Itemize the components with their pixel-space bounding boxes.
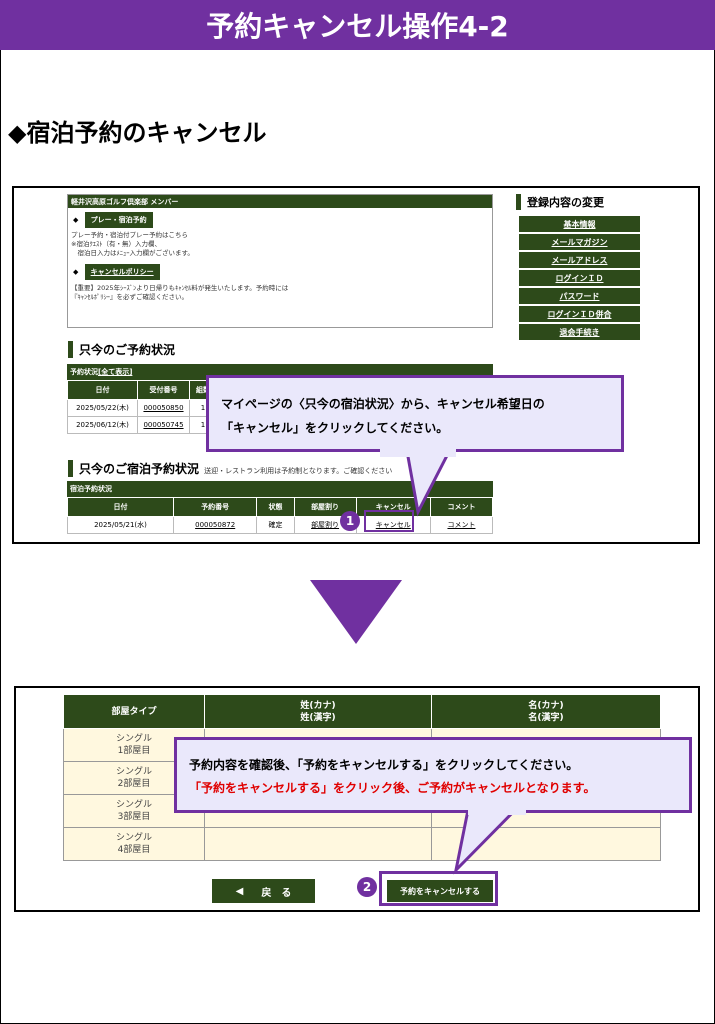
cell-date: 2025/06/12(木) [67,416,138,434]
callout-2: 予約内容を確認後、「予約をキャンセルする」をクリックしてください。 「予約をキャ… [174,737,692,813]
policy-text-line: 『ｷｬﾝｾﾙﾎﾟﾘｼｰ』を必ずご確認ください。 [71,293,188,301]
menu-basic-info[interactable]: 基本情報 [519,216,640,232]
room-type: シングル [115,767,152,777]
col-receipt-no: 受付番号 [137,380,190,400]
last-name-cell [204,827,432,861]
account-settings-menu: 登録内容の変更 基本情報 メールマガジン メールアドレス ログインＩＤ パスワー… [516,194,642,342]
table-header-row: 日付 受付番号 組数 [67,380,217,400]
receipt-link[interactable]: 000050745 [137,416,190,434]
menu-withdraw[interactable]: 退会手続き [519,324,640,340]
last-kana-header: 姓(カナ) [300,700,336,711]
callout2-line: 予約内容を確認後、「予約をキャンセルする」をクリックしてください。 [189,758,579,772]
step-badge-2: 2 [357,877,377,897]
section-title: ◆宿泊予約のキャンセル [8,119,267,147]
back-arrow-icon: ◀ [235,885,244,897]
mypage-screenshot: 軽井沢高原ゴルフ倶楽部 メンバー ◆ プレー・宿泊予約 プレー予約・宿泊付プレー… [12,186,700,544]
menu-login-id[interactable]: ログインＩＤ [519,270,640,286]
last-kanji-header: 姓(漢字) [300,712,336,723]
receipt-link[interactable]: 000050850 [137,399,190,417]
table-row: シングル 4部屋目 [63,827,661,861]
play-row: ◆ プレー・宿泊予約 [68,212,492,228]
cell-date: 2025/05/21(水) [67,516,174,534]
col-date: 日付 [67,380,138,400]
room-number: 3部屋目 [117,812,151,822]
back-button[interactable]: ◀ 戻 る [212,879,315,903]
play-text-line: プレー予約・宿泊付プレー予約はこちら [71,231,188,239]
cancel-link-highlight [364,510,414,532]
account-settings-title: 登録内容の変更 [516,194,642,210]
callout-1: マイページの〈只今の宿泊状況〉から、キャンセル希望日の 「キャンセル」をクリック… [206,375,624,452]
col-room-type: 部屋タイプ [63,694,205,729]
room-type: シングル [115,800,152,810]
table-row: 2025/05/22(木) 000050850 1 [67,399,217,417]
policy-text-line: 【重要】2025年ｼｰｽﾞﾝより日帰りもｷｬﾝｾﾙ料が発生いたします。予約時には [71,284,289,292]
play-text-line: ※宿泊ｸｴｽﾄ（有・無）入力欄、 [71,240,161,248]
first-kana-header: 名(カナ) [528,700,564,711]
show-all-link[interactable]: [全て表示] [98,368,132,376]
stay-heading: 只今のご宿泊予約状況 [68,460,199,477]
col-last-name: 姓(カナ) 姓(漢字) [204,694,432,729]
member-header: 軽井沢高原ゴルフ倶楽部 メンバー [68,195,492,208]
callout1-line: 「キャンセル」をクリックしてください。 [221,421,449,435]
room-type: シングル [115,833,152,843]
play-reservation-link[interactable]: プレー・宿泊予約 [84,212,153,228]
table-header-row: 部屋タイプ 姓(カナ) 姓(漢字) 名(カナ) 名(漢字) [63,694,661,729]
step-badge-1: 1 [340,511,360,531]
current-reservations-heading: 只今のご予約状況 [68,341,175,358]
room-number: 4部屋目 [117,845,151,855]
cell-status: 確定 [256,516,295,534]
room-number: 1部屋目 [117,746,151,756]
reservation-no-link[interactable]: 000050872 [172,516,258,534]
diamond-bullet-icon: ◆ [73,268,79,276]
policy-text: 【重要】2025年ｼｰｽﾞﾝより日帰りもｷｬﾝｾﾙ料が発生いたします。予約時には… [68,284,492,302]
policy-row: ◆ キャンセルポリシー [68,264,492,280]
room-number: 2部屋目 [117,779,151,789]
member-info-box: 軽井沢高原ゴルフ倶楽部 メンバー ◆ プレー・宿泊予約 プレー予約・宿泊付プレー… [67,194,493,328]
menu-password[interactable]: パスワード [519,288,640,304]
header-bar: 予約キャンセル操作4-2 [0,0,715,50]
col-status: 状態 [256,497,295,517]
table-row: 2025/06/12(木) 000050745 1 [67,416,217,434]
down-arrow-icon [310,580,402,644]
cell-date: 2025/05/22(木) [67,399,138,417]
cancel-policy-link[interactable]: キャンセルポリシー [84,264,160,280]
reservation-caption-text: 予約状況 [70,368,98,376]
reservation-table: 日付 受付番号 組数 2025/05/22(木) 000050850 1 202… [67,380,217,434]
stay-heading-row: 只今のご宿泊予約状況 送迎・レストラン利用は予約制となります。ご確認ください [68,458,392,477]
callout1-tail-join [380,449,456,457]
callout2-tail-join [468,807,526,815]
col-first-name: 名(カナ) 名(漢字) [431,694,661,729]
diamond-bullet-icon: ◆ [73,216,79,224]
page-title: 予約キャンセル操作4-2 [206,10,509,43]
room-type: シングル [115,734,152,744]
menu-mail-address[interactable]: メールアドレス [519,252,640,268]
menu-mail-magazine[interactable]: メールマガジン [519,234,640,250]
back-label: 戻 る [261,887,292,899]
col-date: 日付 [67,497,174,517]
cancel-button-highlight [379,871,498,906]
play-text: プレー予約・宿泊付プレー予約はこちら ※宿泊ｸｴｽﾄ（有・無）入力欄、 宿泊日入… [68,231,492,258]
play-text-line: 宿泊日入力はﾒﾆｭｰ入力欄がございます。 [71,249,194,257]
callout2-warning-line: 「予約をキャンセルする」をクリック後、ご予約がキャンセルとなります。 [189,781,596,795]
callout1-line: マイページの〈只今の宿泊状況〉から、キャンセル希望日の [221,397,545,411]
stay-heading-note: 送迎・レストラン利用は予約制となります。ご確認ください [204,467,393,475]
col-reservation-no: 予約番号 [172,497,258,517]
menu-login-id-merge[interactable]: ログインＩＤ併合 [519,306,640,322]
first-kanji-header: 名(漢字) [528,712,564,723]
room-type-cell: シングル 4部屋目 [63,827,205,861]
